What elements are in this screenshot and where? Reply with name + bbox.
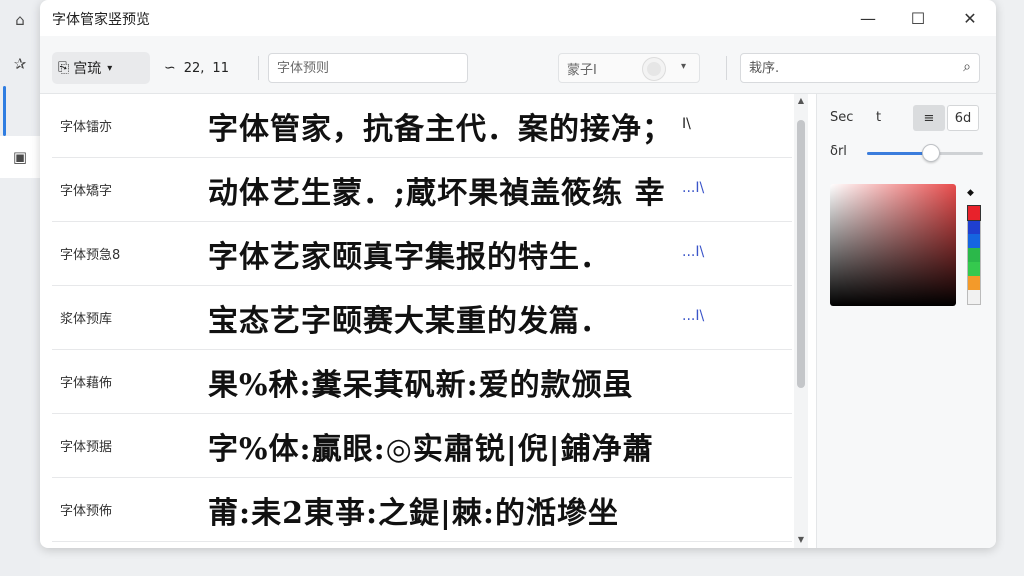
window-title: 字体管家竖预览	[52, 12, 150, 28]
style-select-label: 蒙子I	[567, 62, 597, 78]
chevron-down-icon: ▾	[681, 61, 687, 72]
font-sample-text: 果%秫:糞呆萁矾新:爱的款颁虽	[208, 368, 634, 403]
color-picker-field[interactable]	[830, 184, 956, 306]
hue-swatch[interactable]	[968, 234, 980, 248]
font-sample-text: 莆:耒2東亊:之鍉|棘:的湉墋坐	[208, 496, 620, 531]
scroll-down-icon[interactable]: ▼	[794, 535, 808, 544]
list-item[interactable]: 字体预据 字%体:贏眼:◎实肅锐|倪|鋪净蕭	[52, 414, 792, 478]
app-window: 字体管家竖预览 — ☐ ✕ ⎘ 宫琉 ▾ ∽ 22, 11 蒙子I ▾ ⌕	[40, 0, 996, 548]
scrollbar-thumb[interactable]	[797, 120, 805, 388]
font-family-select[interactable]: ⎘ 宫琉 ▾	[52, 52, 150, 84]
font-name: 字体预据	[60, 440, 113, 455]
font-name: 字体镭亦	[60, 120, 113, 135]
title-bar: 字体管家竖预览 — ☐ ✕	[40, 0, 996, 36]
left-rail: ⌂ ✰ ▣	[0, 0, 40, 576]
panel-label: Sec	[830, 110, 854, 125]
row-action-icon[interactable]: I\	[682, 116, 691, 132]
list-item[interactable]: 字体预急8 字体艺家颐真字集报的特生． ...I\	[52, 222, 792, 286]
minimize-button[interactable]: —	[848, 4, 888, 32]
font-name: 字体藉佈	[60, 376, 113, 391]
search-box: ⌕	[740, 53, 980, 83]
slider-thumb[interactable]	[921, 144, 940, 162]
align-toggle[interactable]: ≡	[913, 105, 945, 131]
hue-strip[interactable]	[967, 205, 981, 305]
row-action-icon[interactable]: ...I\	[682, 180, 704, 196]
hue-swatch[interactable]	[968, 276, 980, 290]
hue-swatch[interactable]	[968, 290, 980, 304]
font-sample-text: 字体管家，抗备主代．案的接净；	[208, 112, 673, 147]
font-sample-text: 动体艺生蒙．;蔵坏果禎盖筱练 幸	[208, 176, 666, 211]
style-select[interactable]: 蒙子I ▾	[558, 53, 700, 83]
properties-panel: Sec t ≡ 6d δrl ◆	[816, 94, 996, 548]
folder-icon[interactable]: ▣	[4, 141, 36, 173]
color-circle-icon[interactable]	[643, 58, 665, 80]
font-size-value[interactable]: 22,	[184, 61, 205, 76]
font-file-icon: ⎘	[58, 60, 70, 76]
hue-swatch[interactable]	[968, 262, 980, 276]
list-item[interactable]: 字体矯字 动体艺生蒙．;蔵坏果禎盖筱练 幸 ...I\	[52, 158, 792, 222]
font-size-control[interactable]: ∽ 22, 11	[164, 58, 229, 78]
search-input[interactable]	[741, 54, 951, 82]
rail-active-indicator	[3, 86, 6, 136]
wave-icon: ∽	[164, 60, 176, 76]
font-name: 浆体预库	[60, 312, 113, 327]
rail-selected-item[interactable]: ▣	[0, 136, 40, 178]
star-icon[interactable]: ✰	[4, 48, 36, 80]
list-item[interactable]: 字体预佈 莆:耒2東亊:之鍉|棘:的湉墋坐	[52, 478, 792, 542]
font-list: 字体镭亦 字体管家，抗备主代．案的接净； I\ 字体矯字 动体艺生蒙．;蔵坏果禎…	[40, 94, 792, 548]
list-item[interactable]: 字体藉佈 果%秫:糞呆萁矾新:爱的款颁虽	[52, 350, 792, 414]
preview-text-input[interactable]	[268, 53, 468, 83]
weight-toggle[interactable]: 6d	[947, 105, 979, 131]
scrollbar[interactable]: ▲ ▼	[794, 94, 808, 548]
diamond-icon: ◆	[967, 188, 974, 198]
hue-swatch[interactable]	[968, 248, 980, 262]
font-name: 字体矯字	[60, 184, 113, 199]
hue-swatch[interactable]	[968, 220, 980, 234]
hue-swatch[interactable]	[967, 205, 981, 221]
toolbar: ⎘ 宫琉 ▾ ∽ 22, 11 蒙子I ▾ ⌕	[40, 36, 996, 94]
toolbar-divider	[258, 56, 259, 80]
search-icon[interactable]: ⌕	[963, 59, 971, 75]
size-slider[interactable]	[867, 144, 983, 162]
font-sample-text: 宝态艺字颐赛大某重的发篇．	[208, 304, 611, 339]
list-item[interactable]: 浆体预库 宝态艺字颐赛大某重的发篇． ...I\	[52, 286, 792, 350]
toolbar-divider	[726, 56, 727, 80]
list-item[interactable]: 字体镭亦 字体管家，抗备主代．案的接净； I\	[52, 94, 792, 158]
row-action-icon[interactable]: ...I\	[682, 244, 704, 260]
line-size-value[interactable]: 11	[212, 61, 229, 76]
font-family-label: 宫琉	[73, 61, 102, 77]
close-button[interactable]: ✕	[950, 4, 990, 32]
panel-sub-label: t	[876, 110, 882, 125]
scroll-up-icon[interactable]: ▲	[794, 96, 808, 105]
chevron-down-icon: ▾	[107, 62, 113, 74]
font-name: 字体预急8	[60, 248, 121, 263]
font-sample-text: 字体艺家颐真字集报的特生．	[208, 240, 611, 275]
maximize-button[interactable]: ☐	[898, 4, 938, 32]
home-icon[interactable]: ⌂	[4, 4, 36, 36]
font-sample-text: 字%体:贏眼:◎实肅锐|倪|鋪净蕭	[208, 432, 654, 467]
row-action-icon[interactable]: ...I\	[682, 308, 704, 324]
font-name: 字体预佈	[60, 504, 113, 519]
slider-label: δrl	[830, 144, 847, 159]
